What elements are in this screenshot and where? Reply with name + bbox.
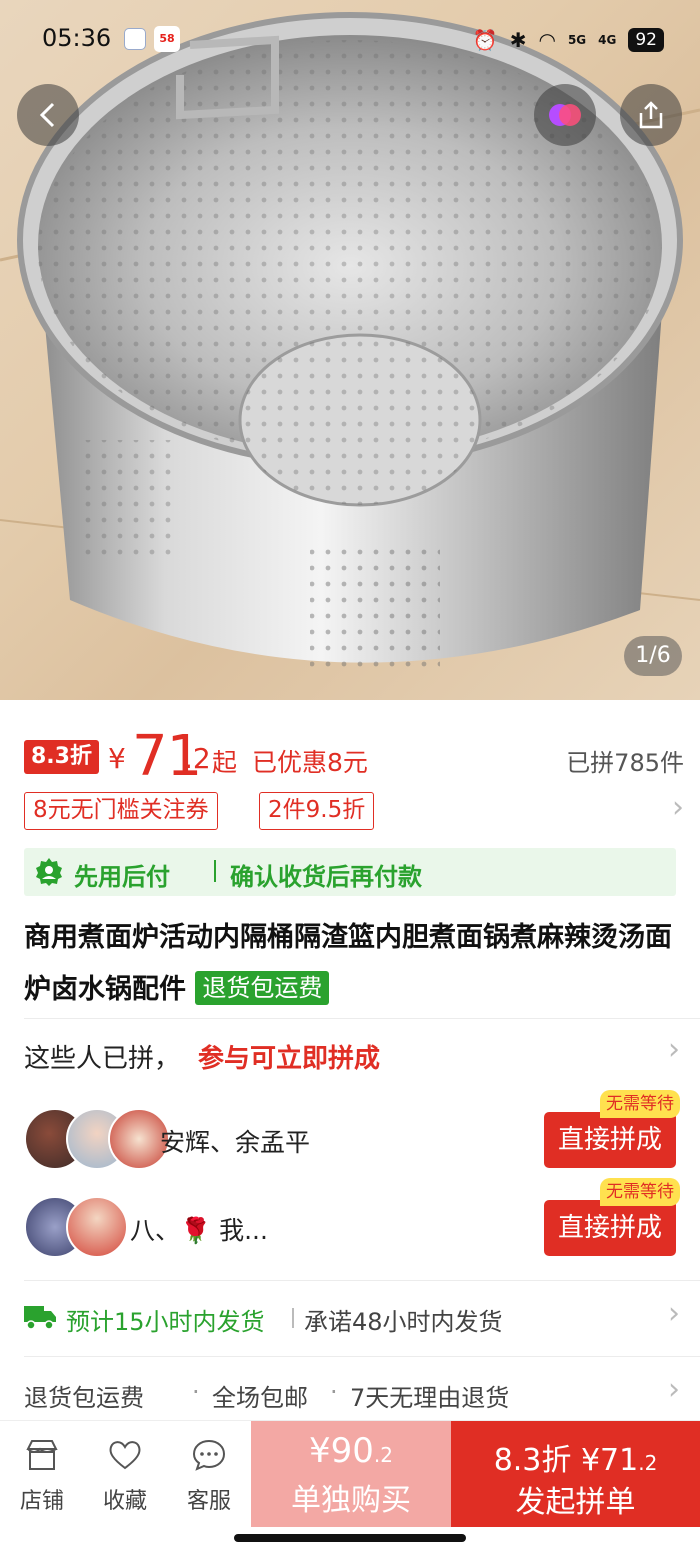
single-label: 单独购买 <box>291 1483 411 1518</box>
share-icon <box>639 101 663 129</box>
divider <box>24 1018 700 1019</box>
back-button[interactable] <box>17 84 79 146</box>
single-price: ¥90.2 <box>251 1431 451 1471</box>
app-notification-icon <box>124 28 146 50</box>
home-indicator[interactable] <box>234 1534 466 1542</box>
service-row[interactable]: 退货包运费 · 全场包邮 · 7天无理由退货 › <box>24 1372 680 1414</box>
price-decimal: .2 <box>184 742 211 775</box>
pay-later-banner[interactable]: 先用后付 确认收货后再付款 <box>24 848 676 896</box>
bottom-action-bar: 店铺 收藏 客服 ¥90.2 单独购买 8.3折 ¥71.2 发起拼单 <box>0 1420 700 1527</box>
buy-alone-button[interactable]: ¥90.2 单独购买 <box>251 1421 451 1527</box>
bluetooth-icon: ✱ <box>509 28 527 52</box>
chevron-left-icon <box>39 102 55 128</box>
product-title: 商用煮面炉活动内隔桶隔渣篮内胆煮面锅煮麻辣烫汤面炉卤水锅配件 退货包运费 <box>24 912 680 1016</box>
product-image-gallery[interactable]: 05:36 58 ⏰ ✱ ◠ 5G 4G 92 1/6 <box>0 0 700 700</box>
truck-icon <box>24 1306 56 1330</box>
saved-amount: 已优惠8元 <box>252 748 368 777</box>
wifi-icon: ◠ <box>538 28 556 52</box>
chevron-right-icon: › <box>672 790 684 825</box>
start-group-button[interactable]: 8.3折 ¥71.2 发起拼单 <box>451 1421 700 1527</box>
chevron-right-icon: › <box>668 1032 680 1067</box>
pay-later-title: 先用后付 <box>74 863 170 891</box>
group-row: 八、🌹 我... 直接拼成 无需等待 <box>24 1178 680 1260</box>
store-icon <box>26 1440 58 1470</box>
image-counter: 1/6 <box>624 636 682 676</box>
coupon-row[interactable]: 8元无门槛关注券 2件9.5折 › <box>24 790 684 830</box>
group-buy-header[interactable]: 这些人已拼， 参与可立即拼成 › <box>24 1032 680 1074</box>
no-wait-tag: 无需等待 <box>600 1090 680 1118</box>
service-label: 客服 <box>186 1489 231 1514</box>
share-button[interactable] <box>620 84 682 146</box>
service-return-shipping: 退货包运费 <box>24 1384 144 1412</box>
signal-5g-icon: 5G <box>567 33 587 47</box>
join-group-button[interactable]: 直接拼成 <box>544 1200 676 1256</box>
service-7day-return: 7天无理由退货 <box>350 1384 510 1412</box>
ship-promise: 承诺48小时内发货 <box>304 1308 503 1336</box>
favorite-label: 收藏 <box>102 1489 147 1514</box>
coupon-follow[interactable]: 8元无门槛关注券 <box>24 792 218 830</box>
pay-later-separator <box>214 860 216 882</box>
partner-logo-icon <box>549 104 581 126</box>
service-dot: · <box>192 1378 200 1406</box>
group-row: 安辉、余孟平 直接拼成 无需等待 <box>24 1090 680 1172</box>
group-head-cta: 参与可立即拼成 <box>198 1044 381 1074</box>
store-button[interactable]: 店铺 <box>6 1421 78 1527</box>
divider <box>24 1356 700 1357</box>
product-photo <box>0 12 700 670</box>
battery-indicator: 92 <box>628 28 664 52</box>
group-price-dec: .2 <box>638 1451 658 1475</box>
discount-tag: 8.3折 <box>24 740 99 774</box>
app-58-icon: 58 <box>154 26 180 52</box>
store-label: 店铺 <box>19 1489 64 1514</box>
chevron-right-icon: › <box>668 1296 680 1331</box>
pay-later-badge-icon <box>36 858 62 886</box>
status-time: 05:36 <box>42 24 112 52</box>
partner-app-button[interactable] <box>534 84 596 146</box>
price-row: 8.3折 ¥ 71 .2 起 已优惠8元 已拼785件 <box>24 724 684 789</box>
alarm-icon: ⏰ <box>472 28 498 52</box>
pay-later-desc: 确认收货后再付款 <box>230 863 422 891</box>
group-price: 8.3折 ¥71.2 <box>451 1435 700 1479</box>
no-wait-tag: 无需等待 <box>600 1178 680 1206</box>
coupon-multi-buy[interactable]: 2件9.5折 <box>259 792 375 830</box>
chat-icon <box>192 1439 226 1471</box>
group-label: 发起拼单 <box>515 1485 636 1520</box>
service-dot: · <box>330 1378 338 1406</box>
group-head-label: 这些人已拼， <box>24 1044 181 1074</box>
single-price-int: ¥90 <box>309 1431 374 1471</box>
ship-estimate: 预计15小时内发货 <box>66 1308 265 1336</box>
group-member-names: 八、🌹 我... <box>130 1216 268 1245</box>
join-group-button[interactable]: 直接拼成 <box>544 1112 676 1168</box>
price-currency: ¥ <box>108 742 126 775</box>
sold-count: 已拼785件 <box>566 749 684 777</box>
product-title-text: 商用煮面炉活动内隔桶隔渣篮内胆煮面锅煮麻辣烫汤面炉卤水锅配件 <box>24 922 672 1005</box>
status-bar: 05:36 58 ⏰ ✱ ◠ 5G 4G 92 <box>0 0 700 80</box>
group-member-names: 安辉、余孟平 <box>160 1128 311 1157</box>
return-shipping-badge: 退货包运费 <box>195 971 330 1005</box>
divider <box>24 1280 700 1281</box>
heart-icon <box>109 1441 141 1470</box>
group-discount: 8.3折 <box>493 1443 572 1478</box>
signal-4g-icon: 4G <box>598 33 617 47</box>
customer-service-button[interactable]: 客服 <box>173 1421 245 1527</box>
favorite-button[interactable]: 收藏 <box>89 1421 161 1527</box>
shipping-row[interactable]: 预计15小时内发货 承诺48小时内发货 › <box>24 1296 680 1338</box>
group-price-int: ¥71 <box>580 1443 639 1478</box>
single-price-dec: .2 <box>373 1443 393 1467</box>
chevron-right-icon: › <box>668 1372 680 1407</box>
service-free-shipping: 全场包邮 <box>212 1384 308 1412</box>
ship-separator <box>292 1308 294 1328</box>
avatar <box>66 1196 128 1258</box>
price-from-label: 起 <box>212 748 238 777</box>
